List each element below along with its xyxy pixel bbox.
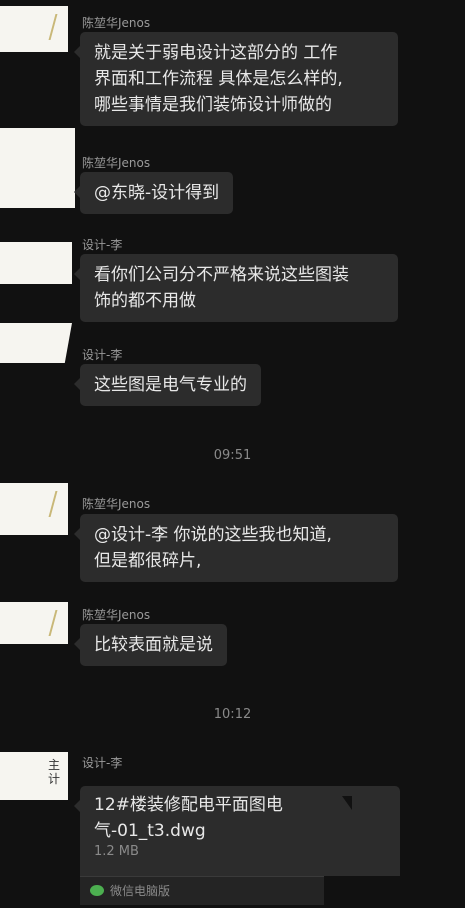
message-line: 饰的都不用做 [94, 291, 196, 311]
message-line: 比较表面就是说 [94, 635, 213, 655]
file-source-footer: 微信电脑版 [80, 876, 324, 905]
sender-name: 设计-李 [82, 348, 123, 362]
wechat-icon [90, 885, 104, 896]
message-line: @设计-李 你说的这些我也知道, [94, 525, 332, 545]
message-bubble[interactable]: 比较表面就是说 [74, 624, 227, 666]
message-bubble[interactable]: 看你们公司分不严格来说这些图装 饰的都不用做 [74, 254, 398, 322]
avatar[interactable] [0, 323, 72, 363]
avatar-text: 主 计 [48, 758, 61, 786]
file-icon [342, 796, 352, 810]
message-bubble[interactable]: @东晓-设计得到 [73, 172, 234, 214]
sender-name: 设计-李 [82, 756, 123, 770]
message-line: @东晓-设计得到 [94, 183, 220, 203]
sender-name: 陈堃华Jenos [82, 497, 151, 511]
file-name: 12#楼装修配电平面图电气-01_t3.dwg [94, 795, 283, 841]
file-size: 1.2 MB [94, 844, 139, 859]
avatar[interactable] [0, 483, 68, 535]
avatar[interactable] [0, 128, 75, 208]
sender-name: 陈堃华Jenos [82, 608, 151, 622]
message-line: 这些图是电气专业的 [94, 375, 247, 395]
message-bubble[interactable]: 就是关于弱电设计这部分的 工作 界面和工作流程 具体是怎么样的, 哪些事情是我们… [74, 32, 398, 126]
timestamp: 10:12 [213, 707, 252, 722]
message-line: 哪些事情是我们装饰设计师做的 [94, 95, 332, 115]
avatar[interactable] [0, 242, 72, 284]
message-line: 但是都很碎片, [94, 551, 202, 571]
sender-name: 设计-李 [82, 238, 123, 252]
avatar[interactable] [0, 602, 68, 644]
message-bubble[interactable]: 这些图是电气专业的 [74, 364, 261, 406]
timestamp: 09:51 [213, 448, 252, 463]
avatar[interactable]: 主 计 [0, 752, 68, 800]
avatar[interactable] [0, 6, 68, 52]
sender-name: 陈堃华Jenos [82, 16, 151, 30]
message-bubble[interactable]: @设计-李 你说的这些我也知道, 但是都很碎片, [74, 514, 398, 582]
sender-name: 陈堃华Jenos [82, 156, 151, 170]
file-message[interactable]: 12#楼装修配电平面图电气-01_t3.dwg 1.2 MB [74, 786, 400, 876]
avatar-mark [48, 14, 68, 40]
file-source-label: 微信电脑版 [110, 884, 171, 898]
avatar-mark [48, 491, 68, 517]
avatar-mark [48, 610, 68, 636]
message-line: 看你们公司分不严格来说这些图装 [94, 265, 349, 285]
message-line: 界面和工作流程 具体是怎么样的, [94, 69, 343, 89]
message-line: 就是关于弱电设计这部分的 工作 [94, 43, 338, 63]
